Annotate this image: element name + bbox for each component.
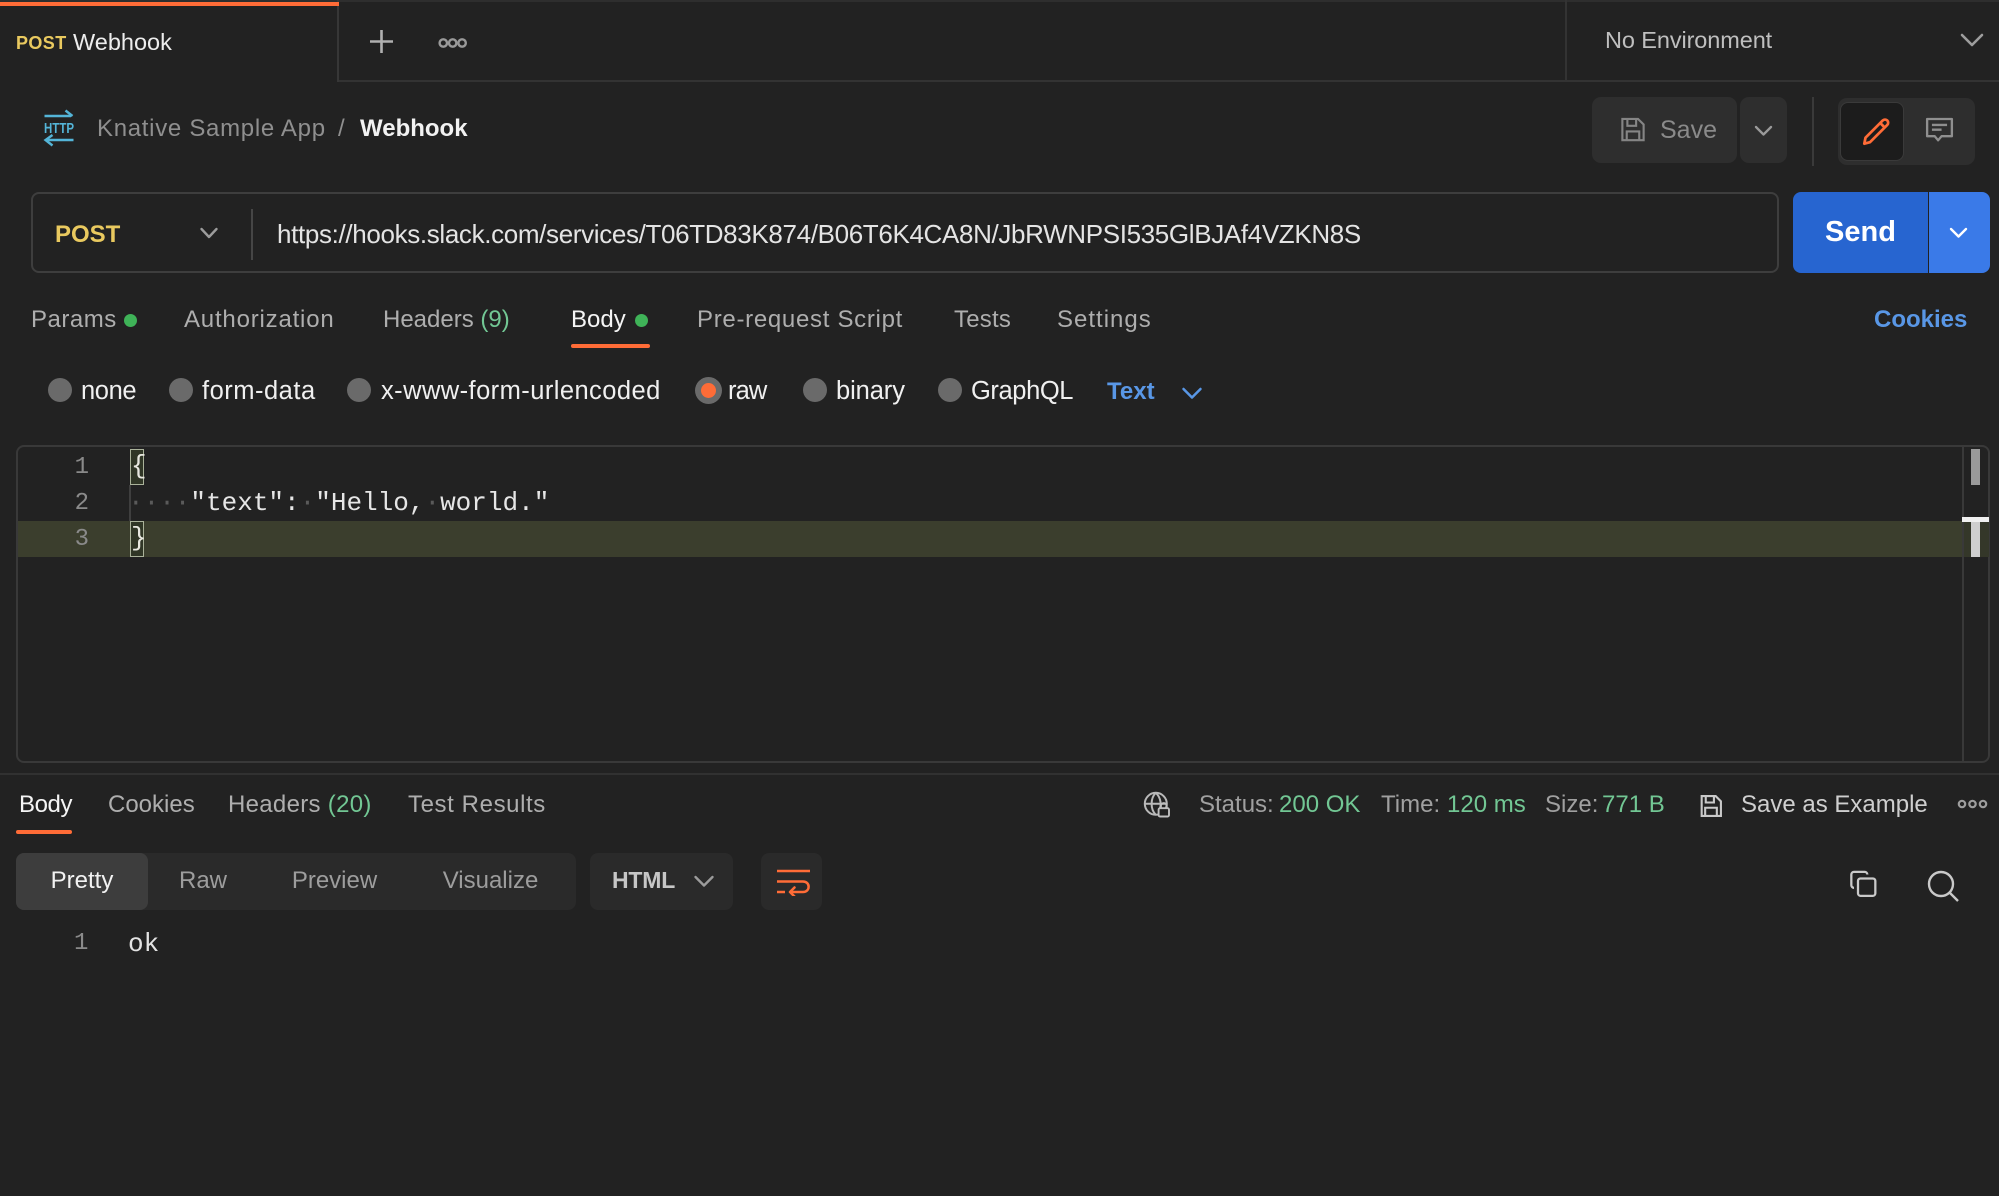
svg-text:HTTP: HTTP — [44, 120, 74, 137]
